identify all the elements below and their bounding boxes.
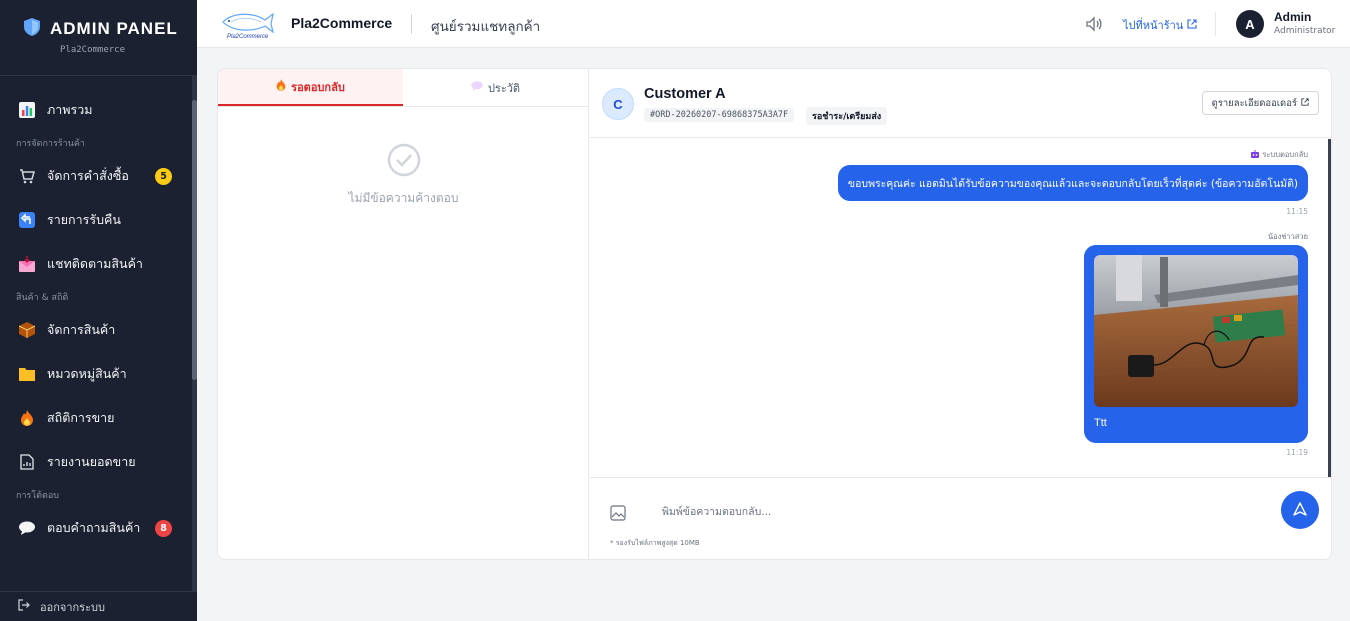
sidebar-item-categories[interactable]: หมวดหมู่สินค้า: [0, 352, 192, 396]
message-time: 11:15: [1286, 207, 1308, 216]
speech-bubble-icon: [18, 519, 36, 537]
external-link-icon: [1187, 18, 1197, 32]
order-status-badge: รอชำระ/เตรียมส่ง: [806, 107, 888, 125]
report-icon: [18, 453, 36, 471]
sidebar-item-label: รายการรับคืน: [47, 212, 121, 227]
section-product-stats: สินค้า & สถิติ: [16, 293, 69, 303]
empty-state: ไม่มีข้อความค้างตอบ: [218, 143, 589, 208]
image-message-bubble: Ttt: [1084, 245, 1308, 443]
sidebar-item-sales-stats[interactable]: สถิติการขาย: [0, 396, 192, 440]
message-scrollbar-thumb[interactable]: [1328, 139, 1331, 477]
sidebar-item-products[interactable]: จัดการสินค้า: [0, 308, 192, 352]
orders-count-badge: 5: [155, 167, 172, 185]
order-id-badge: #ORD-20260207-69868375A3A7F: [644, 108, 795, 122]
user-name: Admin: [1274, 10, 1312, 24]
message-composer: * รองรับไฟล์ภาพสูงสุด 10MB: [590, 477, 1331, 559]
message-sender: ระบบตอบกลับ: [1251, 149, 1308, 161]
go-to-shop-link[interactable]: ไปที่หน้าร้าน: [1123, 16, 1197, 34]
conversation-pane: C Customer A #ORD-20260207-69868375A3A7F…: [590, 69, 1331, 559]
shop-link-label: ไปที่หน้าร้าน: [1123, 19, 1184, 32]
message-list[interactable]: ระบบตอบกลับ ขอบพระคุณค่ะ แอดมินได้รับข้อ…: [590, 139, 1331, 477]
chat-center-card: รอตอบกลับ ประวัติ ไม่มีข้อความค้างตอบ C …: [217, 68, 1332, 560]
speaker-icon[interactable]: [1085, 15, 1103, 33]
image-attach-icon[interactable]: [610, 505, 626, 521]
logout-button[interactable]: ออกจากระบบ: [0, 591, 197, 621]
sidebar-nav: ภาพรวม การจัดการร้านค้า จัดการคำสั่งซื้อ…: [0, 88, 192, 550]
message-bubble: ขอบพระคุณค่ะ แอดมินได้รับข้อความของคุณแล…: [837, 165, 1308, 201]
return-arrow-icon: [18, 211, 36, 229]
sidebar-item-label: จัดการสินค้า: [47, 322, 116, 337]
logout-label: ออกจากระบบ: [40, 600, 105, 614]
empty-state-text: ไม่มีข้อความค้างตอบ: [348, 191, 459, 205]
sidebar-item-label: ภาพรวม: [47, 102, 93, 117]
tab-pending[interactable]: รอตอบกลับ: [218, 69, 403, 106]
user-avatar[interactable]: A: [1236, 10, 1264, 38]
send-icon: [1293, 501, 1307, 520]
brand-title: ADMIN PANEL: [50, 19, 178, 38]
topbar: Pla2Commerce Pla2Commerce ศูนย์รวมแชทลูก…: [197, 0, 1350, 48]
conversation-tabs: รอตอบกลับ ประวัติ: [218, 69, 588, 107]
qa-count-badge: 8: [155, 519, 172, 537]
robot-icon: [1251, 150, 1260, 160]
cart-icon: [18, 167, 36, 185]
reply-input[interactable]: [648, 494, 1272, 530]
fire-icon: [276, 79, 286, 94]
conversation-list-pane: รอตอบกลับ ประวัติ ไม่มีข้อความค้างตอบ: [218, 69, 589, 559]
customer-avatar: C: [602, 88, 634, 120]
sidebar-item-label: รายงานยอดขาย: [47, 454, 136, 469]
sidebar-item-sales-report[interactable]: รายงานยอดขาย: [0, 440, 192, 484]
upload-hint: * รองรับไฟล์ภาพสูงสุด 10MB: [610, 539, 700, 547]
logo-wordmark: Pla2Commerce: [227, 34, 269, 40]
customer-name: Customer A: [644, 86, 726, 102]
bar-chart-icon: [18, 101, 36, 119]
chat-header: C Customer A #ORD-20260207-69868375A3A7F…: [590, 69, 1331, 138]
inbox-icon: [18, 255, 36, 273]
fire-icon: [18, 409, 36, 427]
topbar-divider: [411, 14, 412, 34]
tab-history[interactable]: ประวัติ: [403, 69, 588, 106]
logout-icon: [18, 599, 30, 614]
user-role: Administrator: [1274, 26, 1336, 36]
message-time: 11:19: [1286, 448, 1308, 457]
detail-button-label: ดูรายละเอียดออเดอร์: [1211, 97, 1297, 109]
message-sender: น้องช่าวสวย: [1268, 232, 1308, 241]
shield-icon: [24, 18, 40, 40]
sidebar-item-product-qa[interactable]: ตอบคำถามสินค้า 8: [0, 506, 192, 550]
sidebar-item-overview[interactable]: ภาพรวม: [0, 88, 192, 132]
page-title: ศูนย์รวมแชทลูกค้า: [431, 19, 541, 35]
sidebar-item-product-chat[interactable]: แชทติดตามสินค้า: [0, 242, 192, 286]
sidebar-item-returns[interactable]: รายการรับคืน: [0, 198, 192, 242]
sidebar-brand: ADMIN PANEL Pla2Commerce: [0, 0, 197, 76]
store-logo[interactable]: Pla2Commerce: [219, 8, 275, 40]
sidebar-item-label: ตอบคำถามสินค้า: [47, 520, 141, 535]
sidebar-item-label: สถิติการขาย: [47, 410, 115, 425]
attached-photo[interactable]: [1094, 255, 1298, 407]
sidebar-item-label: จัดการคำสั่งซื้อ: [47, 168, 129, 183]
sidebar-item-orders[interactable]: จัดการคำสั่งซื้อ 5: [0, 154, 192, 198]
speech-bubble-icon: [471, 81, 483, 94]
section-interaction: การโต้ตอบ: [16, 491, 59, 501]
folder-icon: [18, 365, 36, 383]
check-circle-icon: [387, 143, 421, 181]
topbar-divider-2: [1215, 12, 1216, 36]
view-order-detail-button[interactable]: ดูรายละเอียดออเดอร์: [1201, 91, 1319, 115]
send-button[interactable]: [1281, 491, 1319, 529]
sidebar: ADMIN PANEL Pla2Commerce ภาพรวม การจัดกา…: [0, 0, 197, 621]
store-name: Pla2Commerce: [291, 15, 393, 31]
brand-subtitle: Pla2Commerce: [60, 45, 126, 55]
image-caption: Ttt: [1094, 417, 1107, 429]
sidebar-scrollbar-thumb[interactable]: [192, 100, 197, 380]
external-link-icon: [1301, 97, 1309, 109]
section-store: การจัดการร้านค้า: [16, 139, 85, 149]
tab-label: ประวัติ: [487, 81, 521, 95]
tab-label: รอตอบกลับ: [291, 80, 345, 94]
sidebar-item-label: แชทติดตามสินค้า: [47, 256, 143, 271]
sidebar-item-label: หมวดหมู่สินค้า: [47, 366, 127, 381]
package-icon: [18, 321, 36, 339]
sender-label: ระบบตอบกลับ: [1262, 150, 1308, 159]
